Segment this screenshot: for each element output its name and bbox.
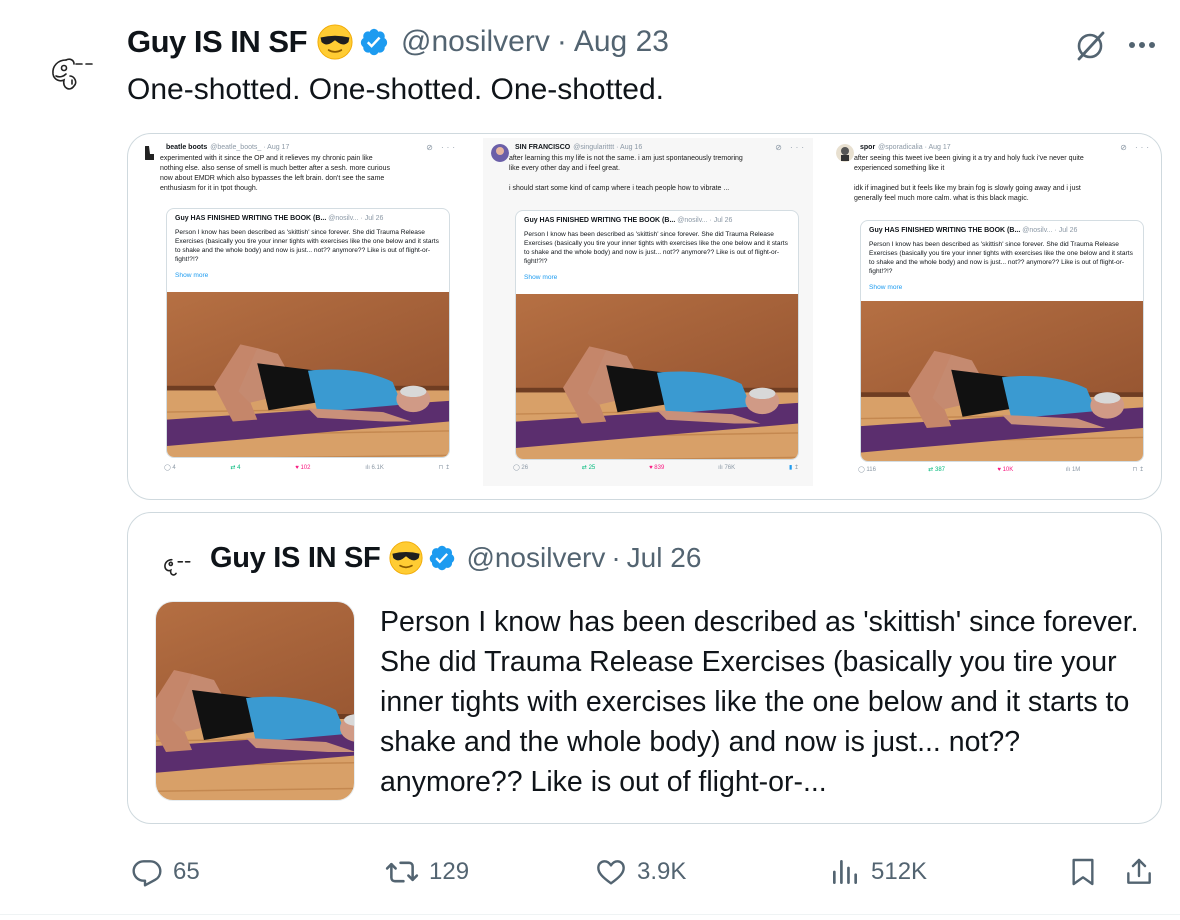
mini-bookmark-share: ▮ ↥: [788, 465, 799, 471]
author-handle[interactable]: @nosilverv: [401, 25, 550, 59]
more-options-icon[interactable]: [1122, 30, 1162, 60]
mini-author-handle: @singularitttt · Aug 16: [573, 144, 643, 151]
mini-more-icon: ⊘ ···: [1120, 143, 1152, 152]
media-attachment[interactable]: beatle boots @beatle_boots_ · Aug 17 ⊘ ·…: [127, 133, 1162, 500]
mini-show-more: Show more: [869, 284, 903, 291]
reply-count: 65: [173, 858, 200, 885]
mini-more-icon: ⊘ ···: [426, 143, 458, 152]
quoted-author-handle: @nosilverv: [466, 542, 606, 573]
mini-quote-header: Guy HAS FINISHED WRITING THE BOOK (B... …: [524, 217, 733, 224]
mini-avatar: [145, 146, 154, 160]
mini-tweet-text: after seeing this tweet ive been giving …: [854, 155, 1084, 202]
views-count: 512K: [871, 858, 928, 885]
mini-avatar: [836, 144, 854, 162]
mini-likes: ♥ 839: [649, 464, 665, 471]
mini-quote-text: Person I know has been described as 'ski…: [869, 241, 1133, 275]
mini-tweet-text: after learning this my life is not the s…: [509, 155, 743, 192]
screenshot-panel-1[interactable]: beatle boots @beatle_boots_ · Aug 17 ⊘ ·…: [134, 138, 464, 486]
tweet-date[interactable]: Aug 23: [574, 25, 669, 59]
mini-show-more: Show more: [175, 272, 209, 279]
mini-views: ılı 1M: [1065, 466, 1081, 473]
like-button[interactable]: 3.9K: [595, 848, 686, 896]
bookmark-button[interactable]: [1067, 848, 1109, 896]
mini-tweet-text: experimented with it since the OP and it…: [160, 155, 390, 192]
mini-quote-card: Guy HAS FINISHED WRITING THE BOOK (B... …: [166, 208, 450, 458]
grok-icon[interactable]: [1070, 26, 1110, 66]
share-icon: [1127, 858, 1151, 884]
tweet-text: One-shotted. One-shotted. One-shotted.: [127, 73, 664, 106]
mini-quote-header: Guy HAS FINISHED WRITING THE BOOK (B... …: [175, 215, 384, 222]
mini-quote-text: Person I know has been described as 'ski…: [175, 229, 439, 263]
mini-action-bar: ◯ 26 ⇄ 25 ♥ 839 ılı 76K ▮ ↥: [513, 464, 799, 472]
bookmark-icon: [1072, 858, 1094, 886]
quoted-tweet-card[interactable]: Guy IS IN SF @nosilverv · Jul 26 Person …: [127, 512, 1162, 824]
mini-author-name: SIN FRANCISCO: [515, 144, 571, 151]
mini-yoga-photo: [861, 301, 1143, 461]
mini-reposts: ⇄ 4: [230, 465, 241, 471]
mini-author-name: spor: [860, 144, 876, 151]
quoted-tweet-header: Guy IS IN SF @nosilverv · Jul 26: [210, 541, 701, 575]
reply-button[interactable]: 65: [131, 848, 200, 896]
views-button[interactable]: 512K: [829, 848, 927, 896]
repost-count: 129: [429, 858, 470, 885]
mini-replies: ◯ 26: [513, 465, 529, 471]
like-count: 3.9K: [637, 858, 687, 885]
mini-quote-card: Guy HAS FINISHED WRITING THE BOOK (B... …: [515, 210, 799, 460]
separator-dot: ·: [556, 25, 567, 58]
mini-action-bar: ◯ 116 ⇄ 387 ♥ 10K ılı 1M ⊓ ↥: [858, 466, 1144, 474]
tweet-action-bar: 65 129 3.9K 512K: [127, 848, 1167, 896]
author-avatar[interactable]: [36, 36, 108, 108]
mini-views: ılı 6.1K: [365, 464, 384, 471]
sunglasses-face-emoji-icon: [389, 541, 423, 575]
screenshot-panel-3[interactable]: spor @sporadicalia · Aug 17 ⊘ ··· after …: [828, 138, 1158, 486]
repost-button[interactable]: 129: [385, 848, 469, 896]
quoted-tweet-date: Jul 26: [626, 542, 702, 573]
mini-quote-text: Person I know has been described as 'ski…: [524, 231, 788, 265]
mini-yoga-photo: [516, 294, 798, 459]
mini-bookmark-share: ⊓ ↥: [1132, 467, 1144, 473]
mini-views: ılı 76K: [718, 464, 736, 471]
mini-yoga-photo: [167, 292, 449, 457]
mini-reposts: ⇄ 387: [928, 467, 946, 473]
mini-avatar: [491, 144, 509, 162]
screenshot-panel-2[interactable]: SIN FRANCISCO @singularitttt · Aug 16 ⊘ …: [483, 138, 813, 486]
heart-icon: [597, 860, 625, 885]
mini-author-name: beatle boots: [166, 144, 208, 151]
mini-show-more: Show more: [524, 274, 558, 281]
quoted-tweet-text: Person I know has been described as 'ski…: [380, 606, 1139, 798]
author-name[interactable]: Guy IS IN SF: [127, 24, 308, 60]
separator-dot: ·: [611, 542, 621, 573]
mini-quote-header: Guy HAS FINISHED WRITING THE BOOK (B... …: [869, 227, 1078, 234]
repost-icon: [385, 861, 419, 883]
mini-reposts: ⇄ 25: [581, 465, 596, 471]
mini-author-handle: @beatle_boots_ · Aug 17: [210, 144, 290, 151]
quoted-author-avatar: [164, 558, 191, 576]
mini-replies: ◯ 116: [858, 467, 876, 473]
verified-badge-icon: [428, 544, 456, 572]
divider: [0, 914, 1180, 915]
mini-replies: ◯ 4: [164, 465, 176, 471]
reply-icon: [132, 860, 162, 887]
mini-action-bar: ◯ 4 ⇄ 4 ♥ 102 ılı 6.1K ⊓ ↥: [164, 464, 450, 472]
views-bar-chart-icon: [833, 860, 857, 884]
quoted-tweet-thumbnail: [155, 601, 355, 801]
mini-more-icon: ⊘ ···: [775, 143, 807, 152]
verified-badge-icon[interactable]: [359, 27, 389, 57]
mini-quote-card: Guy HAS FINISHED WRITING THE BOOK (B... …: [860, 220, 1144, 462]
sunglasses-face-emoji-icon: [317, 24, 353, 60]
quoted-author-name: Guy IS IN SF: [210, 541, 381, 574]
tweet-header: Guy IS IN SF @nosilverv · Aug 23: [127, 24, 669, 60]
mini-likes: ♥ 102: [295, 464, 311, 471]
mini-author-handle: @sporadicalia · Aug 17: [878, 144, 951, 151]
mini-bookmark-share: ⊓ ↥: [438, 465, 450, 471]
mini-likes: ♥ 10K: [997, 466, 1014, 473]
share-button[interactable]: [1123, 848, 1165, 896]
